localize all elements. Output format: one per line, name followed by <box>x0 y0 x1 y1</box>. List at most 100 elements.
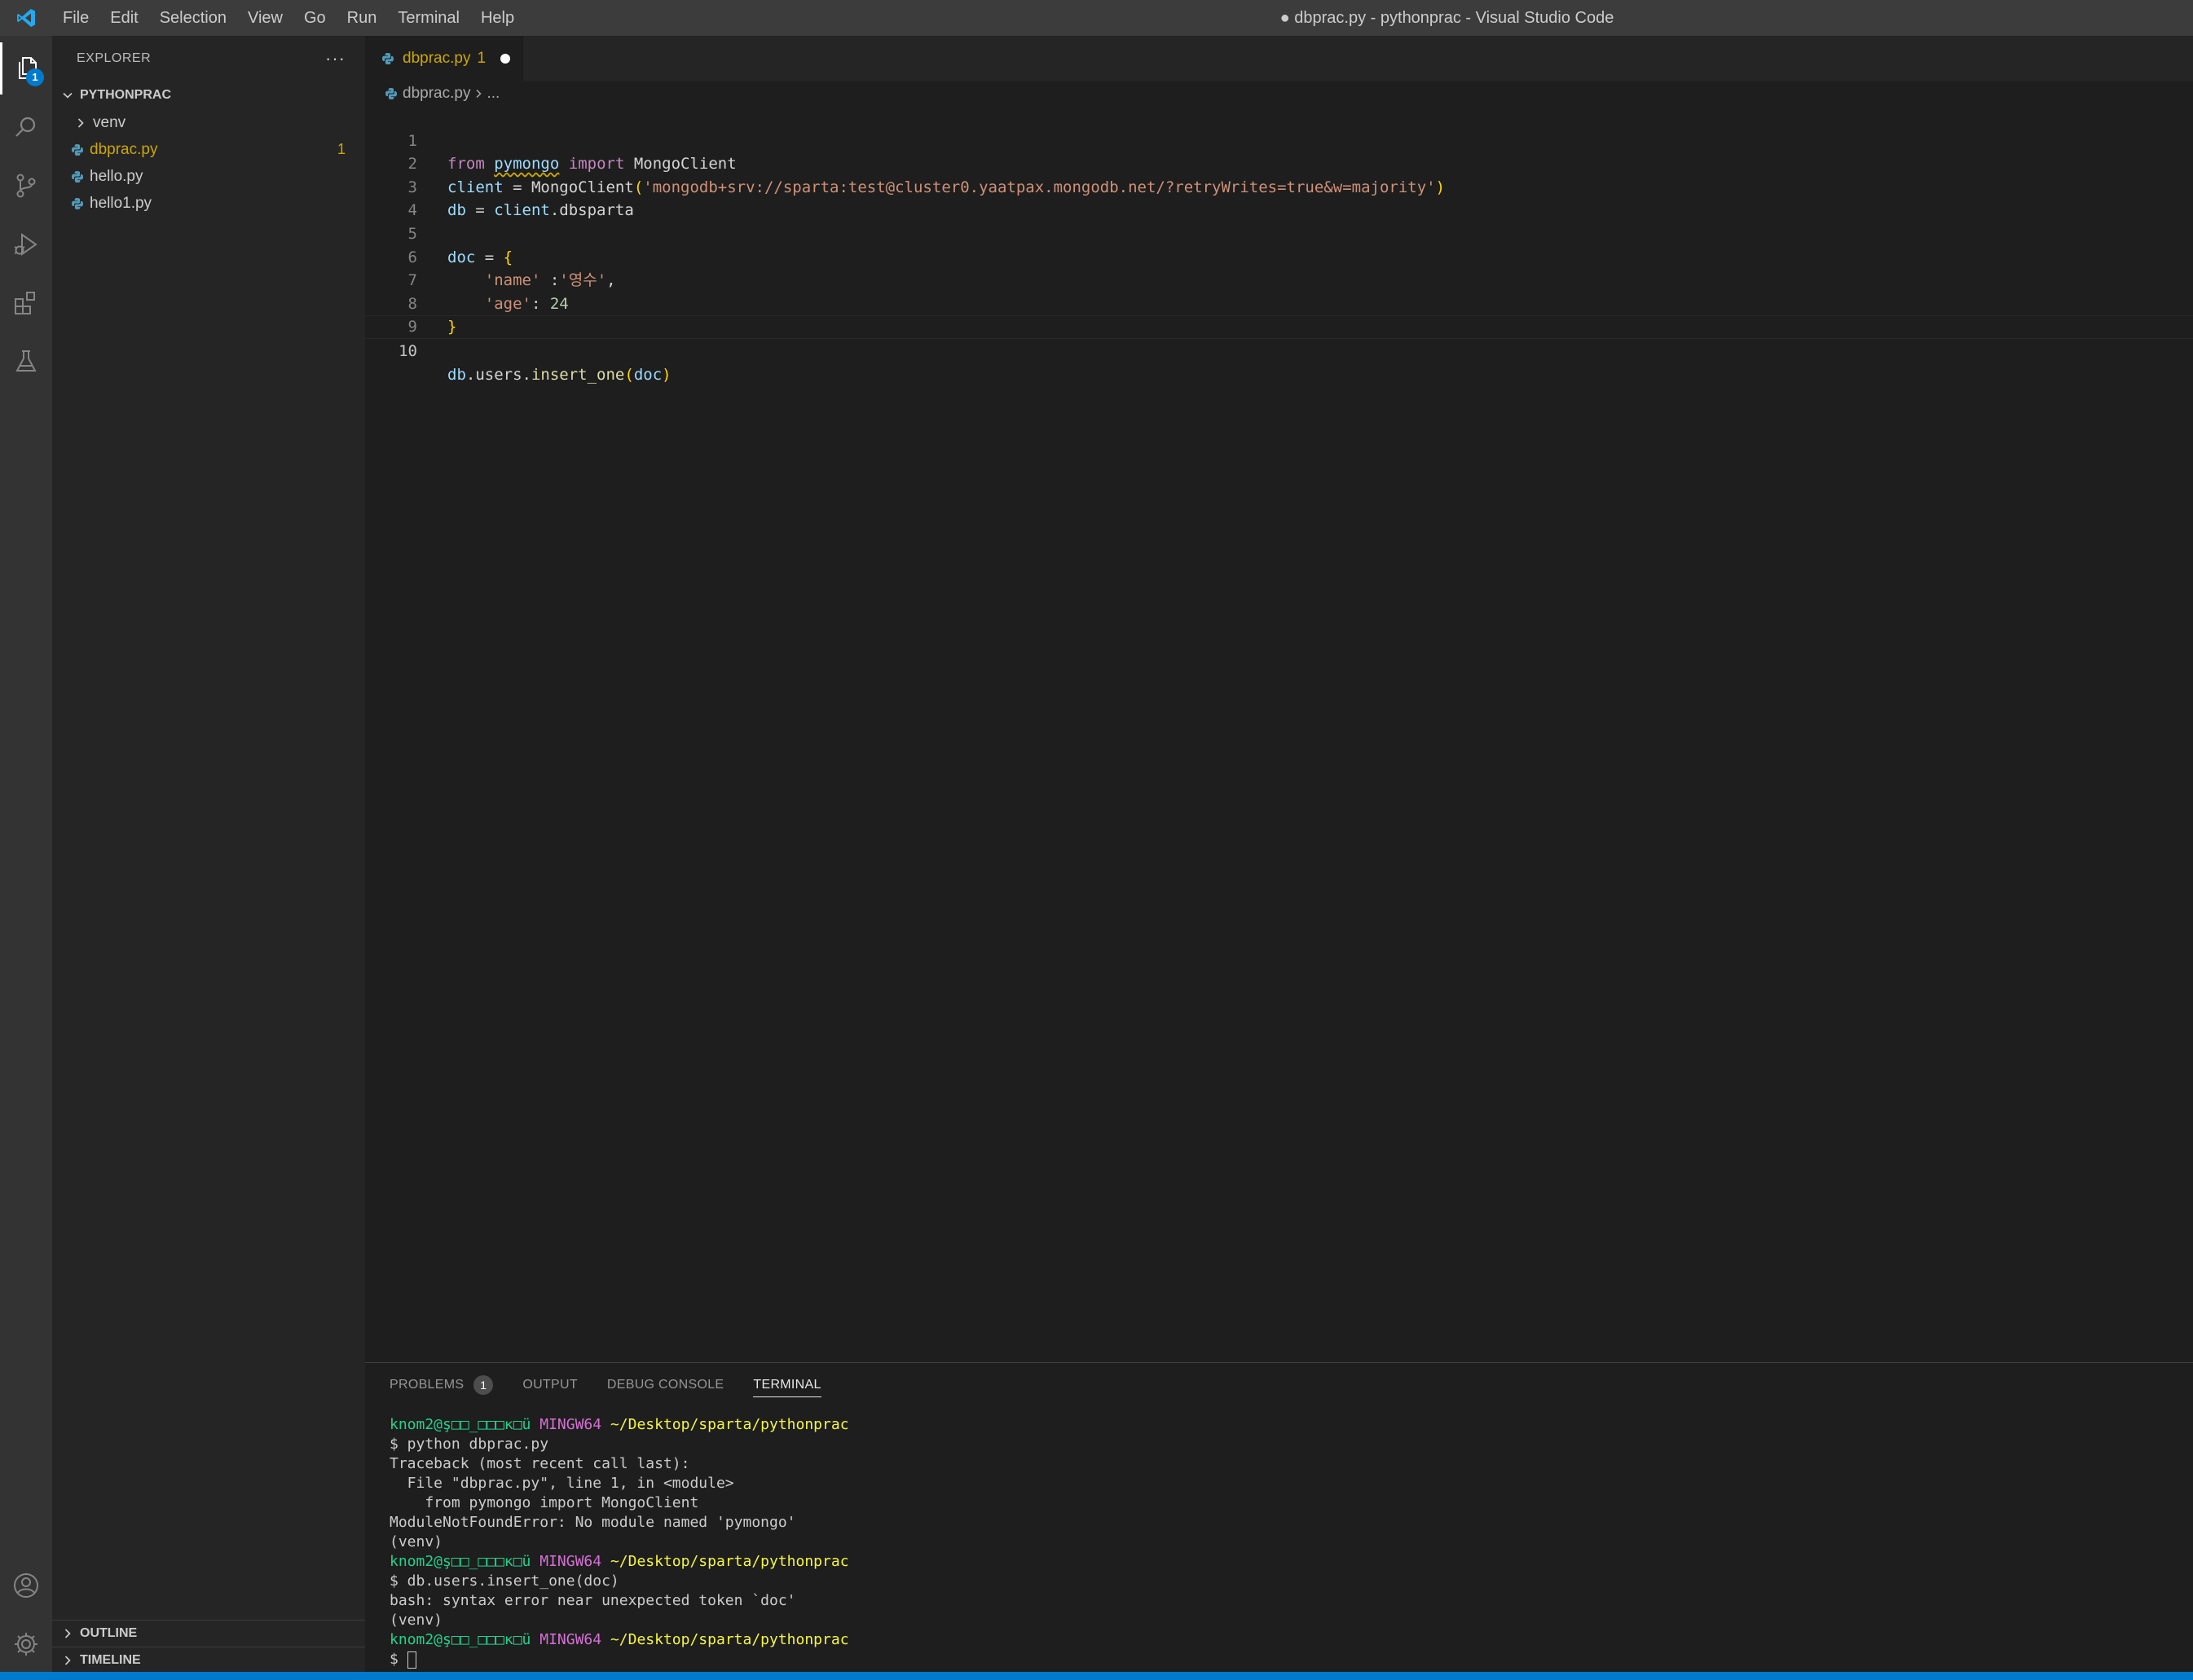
code-token: insert_one <box>531 365 625 384</box>
code-editor[interactable]: 1 from pymongo import MongoClient 2 clie… <box>365 106 2193 384</box>
chevron-right-icon <box>59 1625 77 1643</box>
terminal-line: Traceback (most recent call last): <box>390 1455 690 1472</box>
explorer-badge: 1 <box>26 68 44 86</box>
chevron-right-icon <box>473 89 483 99</box>
terminal-prompt-line: knom2@ş□□_□□□κ□ü MINGW64 ~/Desktop/spart… <box>390 1415 849 1435</box>
code-line: 7 'age': 24 <box>365 246 2193 313</box>
code-line: 1 from pymongo import MongoClient <box>365 106 2193 174</box>
menu-help[interactable]: Help <box>470 0 525 36</box>
prompt-path: ~/Desktop/sparta/pythonprac <box>610 1631 849 1648</box>
terminal-line: (venv) <box>390 1612 443 1629</box>
unsaved-dot-icon[interactable] <box>500 54 511 64</box>
folder-pythonprac[interactable]: PYTHONPRAC <box>52 81 365 109</box>
terminal-line: File "dbprac.py", line 1, in <module> <box>390 1475 734 1492</box>
problem-count: 1 <box>337 141 346 157</box>
tab-terminal[interactable]: TERMINAL <box>753 1363 822 1407</box>
code-token: doc <box>633 365 663 384</box>
code-line: 6 'name' :'영수', <box>365 222 2193 290</box>
menu-selection[interactable]: Selection <box>149 0 237 36</box>
menu-terminal[interactable]: Terminal <box>387 0 470 36</box>
python-file-icon <box>68 168 86 186</box>
code-line: 5 doc = { <box>365 199 2193 266</box>
panel-tabs: PROBLEMS 1 OUTPUT DEBUG CONSOLE TERMINAL <box>365 1363 2193 1407</box>
prompt-path: ~/Desktop/sparta/pythonprac <box>610 1416 849 1433</box>
python-file-icon <box>381 52 394 65</box>
menu-view[interactable]: View <box>237 0 293 36</box>
explorer-header: EXPLORER ··· <box>52 36 365 81</box>
explorer-icon[interactable]: 1 <box>0 42 52 95</box>
python-file-icon <box>68 141 86 159</box>
problems-count-badge: 1 <box>473 1375 494 1395</box>
chevron-right-icon <box>72 114 90 132</box>
prompt-env: MINGW64 <box>539 1631 602 1648</box>
prompt-env: MINGW64 <box>539 1553 602 1570</box>
code-line: 2 client = MongoClient('mongodb+srv://sp… <box>365 130 2193 196</box>
tree-item-dbprac[interactable]: dbprac.py 1 <box>52 136 365 163</box>
code-token: .users. <box>465 365 531 384</box>
terminal-line: $ db.users.insert_one(doc) <box>390 1572 619 1590</box>
accounts-icon[interactable] <box>0 1559 52 1612</box>
tab-problems[interactable]: PROBLEMS 1 <box>390 1363 494 1407</box>
explorer-sidebar: EXPLORER ··· PYTHONPRAC venv dbprac.py 1… <box>52 36 365 1672</box>
terminal-prompt-line: knom2@ş□□_□□□κ□ü MINGW64 ~/Desktop/spart… <box>390 1552 849 1572</box>
menu-file[interactable]: File <box>52 0 99 36</box>
outline-section[interactable]: OUTLINE <box>52 1620 365 1647</box>
tab-label: PROBLEMS <box>390 1378 465 1392</box>
chevron-down-icon <box>59 86 77 104</box>
tree-item-venv[interactable]: venv <box>52 109 365 136</box>
more-actions-icon[interactable]: ··· <box>325 48 346 69</box>
tree-item-label: dbprac.py <box>90 140 158 158</box>
terminal-line: (venv) <box>390 1533 443 1550</box>
breadcrumb-symbol[interactable]: ... <box>487 85 500 103</box>
menu-bar: File Edit Selection View Go Run Terminal… <box>52 0 525 36</box>
editor-area: dbprac.py 1 dbprac.py ... 1 from pymongo… <box>365 36 2193 1362</box>
tab-dbprac[interactable]: dbprac.py 1 <box>365 36 524 81</box>
tab-label: OUTPUT <box>522 1378 578 1392</box>
menu-run[interactable]: Run <box>337 0 388 36</box>
tree-item-hello1[interactable]: hello1.py <box>52 190 365 217</box>
folder-label: PYTHONPRAC <box>80 88 172 102</box>
tab-output[interactable]: OUTPUT <box>522 1363 578 1407</box>
tree-item-hello[interactable]: hello.py <box>52 163 365 190</box>
run-debug-icon[interactable] <box>0 218 52 270</box>
activity-bar: 1 <box>0 36 52 1672</box>
terminal-output[interactable]: knom2@ş□□_□□□κ□ü MINGW64 ~/Desktop/spart… <box>390 1415 849 1669</box>
prompt-user: knom2@ş□□_□□□κ□ü <box>390 1416 531 1433</box>
prompt-user: knom2@ş□□_□□□κ□ü <box>390 1631 531 1648</box>
python-file-icon <box>385 87 398 100</box>
code-line: 8 } <box>365 269 2193 336</box>
extensions-icon[interactable] <box>0 277 52 329</box>
tab-debug-console[interactable]: DEBUG CONSOLE <box>607 1363 724 1407</box>
timeline-label: TIMELINE <box>80 1653 141 1667</box>
chevron-right-icon <box>59 1651 77 1669</box>
code-line-current: 10 db.users.insert_one(doc) <box>365 315 2193 384</box>
search-icon[interactable] <box>0 101 52 153</box>
terminal-line: $ python dbprac.py <box>390 1436 549 1453</box>
title-bar: File Edit Selection View Go Run Terminal… <box>0 0 2193 36</box>
outline-label: OUTLINE <box>80 1626 138 1640</box>
settings-gear-icon[interactable] <box>0 1618 52 1670</box>
prompt-env: MINGW64 <box>539 1416 602 1433</box>
tab-label: TERMINAL <box>753 1378 821 1392</box>
terminal-prompt-line: knom2@ş□□_□□□κ□ü MINGW64 ~/Desktop/spart… <box>390 1630 849 1650</box>
source-control-icon[interactable] <box>0 160 52 212</box>
bottom-panel: PROBLEMS 1 OUTPUT DEBUG CONSOLE TERMINAL… <box>365 1362 2193 1672</box>
breadcrumb-file[interactable]: dbprac.py <box>403 85 470 103</box>
timeline-section[interactable]: TIMELINE <box>52 1647 365 1673</box>
menu-go[interactable]: Go <box>293 0 337 36</box>
editor-tabs: dbprac.py 1 <box>365 36 2193 81</box>
terminal-line: $ <box>390 1651 407 1668</box>
code-line: 3 db = client.dbsparta <box>365 152 2193 220</box>
testing-icon[interactable] <box>0 336 52 388</box>
tree-item-label: hello1.py <box>90 194 152 212</box>
prompt-path: ~/Desktop/sparta/pythonprac <box>610 1553 849 1570</box>
python-file-icon <box>68 195 86 213</box>
tree-item-label: venv <box>93 113 126 131</box>
code-line: 4 <box>365 176 2193 219</box>
vscode-logo-icon <box>0 0 52 36</box>
tree-item-label: hello.py <box>90 167 143 185</box>
prompt-user: knom2@ş□□_□□□κ□ü <box>390 1553 531 1570</box>
terminal-line: ModuleNotFoundError: No module named 'py… <box>390 1514 796 1531</box>
terminal-input-line[interactable]: $ <box>390 1650 849 1669</box>
menu-edit[interactable]: Edit <box>99 0 148 36</box>
